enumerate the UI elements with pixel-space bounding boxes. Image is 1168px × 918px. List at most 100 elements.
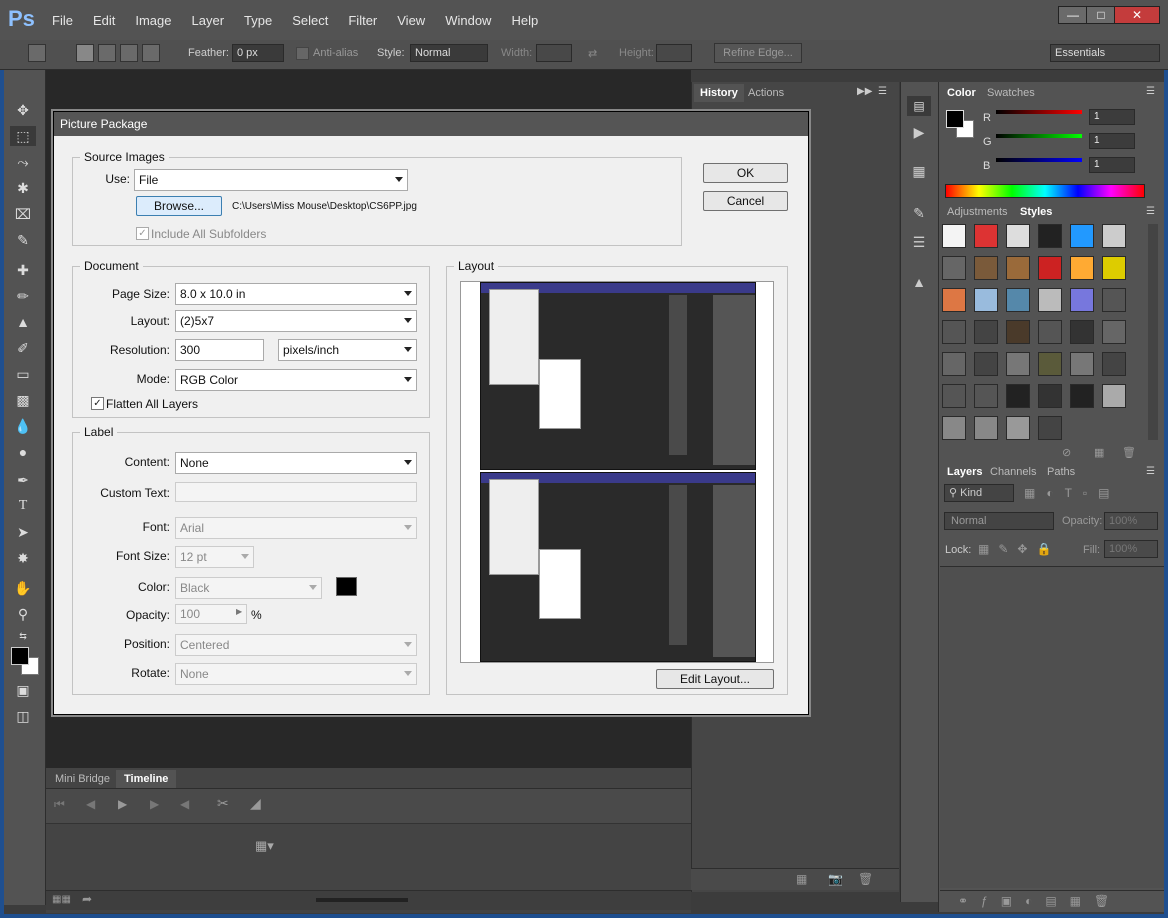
clear-style-icon[interactable]: ⊘	[1062, 446, 1071, 459]
swap-colors-icon[interactable]: ⇆	[10, 626, 36, 646]
properties-panel-icon[interactable]: ▦	[907, 163, 931, 183]
style-swatch[interactable]	[974, 384, 998, 408]
tab-channels[interactable]: Channels	[984, 463, 1042, 481]
styles-panel-menu-icon[interactable]: ☰	[1146, 206, 1155, 217]
marquee-tool-preset-icon[interactable]	[28, 44, 46, 62]
zoom-slider[interactable]	[316, 898, 408, 902]
brush-panel-icon[interactable]: ✎	[907, 205, 931, 225]
color-panel-menu-icon[interactable]: ☰	[1146, 86, 1155, 97]
lock-icons[interactable]: ▦✎✥🔒	[978, 542, 1060, 556]
style-swatch[interactable]	[1070, 320, 1094, 344]
r-slider[interactable]	[996, 110, 1082, 114]
color-ramp[interactable]	[945, 184, 1145, 198]
style-swatch[interactable]	[1006, 256, 1030, 280]
rotate-select[interactable]: None	[175, 663, 417, 685]
menu-help[interactable]: Help	[511, 13, 538, 28]
menu-window[interactable]: Window	[445, 13, 491, 28]
style-swatch[interactable]	[1070, 288, 1094, 312]
minimize-icon[interactable]: —	[1058, 6, 1088, 24]
position-select[interactable]: Centered	[175, 634, 417, 656]
healing-brush-tool-icon[interactable]: ✚	[10, 260, 36, 280]
style-swatch[interactable]	[942, 384, 966, 408]
collapse-panel-icon[interactable]: ▶▶	[857, 86, 872, 97]
tab-layers[interactable]: Layers	[941, 463, 989, 481]
cancel-button[interactable]: Cancel	[703, 191, 788, 211]
create-video-timeline-icon[interactable]: ▦▾	[255, 838, 274, 854]
blur-tool-icon[interactable]: 💧	[10, 416, 36, 436]
split-icon[interactable]: ✂	[217, 795, 229, 812]
style-swatch[interactable]	[1006, 288, 1030, 312]
tab-swatches[interactable]: Swatches	[981, 84, 1041, 102]
eraser-tool-icon[interactable]: ▭	[10, 364, 36, 384]
style-swatch[interactable]	[1006, 384, 1030, 408]
new-document-from-state-icon[interactable]: ▦	[796, 872, 807, 886]
height-input[interactable]	[656, 44, 692, 62]
layers-panel-menu-icon[interactable]: ☰	[1146, 466, 1155, 477]
opacity-input[interactable]: 100%	[1104, 512, 1158, 530]
styles-scrollbar[interactable]	[1148, 224, 1158, 440]
tab-history[interactable]: History	[694, 84, 744, 102]
crop-tool-icon[interactable]: ⌧	[10, 204, 36, 224]
style-swatch[interactable]	[974, 352, 998, 376]
previous-frame-icon[interactable]: ◀	[86, 797, 95, 811]
style-swatch[interactable]	[1038, 224, 1062, 248]
convert-icon[interactable]: ➦	[82, 892, 92, 906]
clone-source-icon[interactable]: ▲	[907, 274, 931, 294]
magic-wand-tool-icon[interactable]: ✱	[10, 178, 36, 198]
eyedropper-tool-icon[interactable]: ✎	[10, 230, 36, 250]
style-swatch[interactable]	[1102, 224, 1126, 248]
g-slider[interactable]	[996, 134, 1082, 138]
menu-view[interactable]: View	[397, 13, 425, 28]
style-swatch[interactable]	[974, 288, 998, 312]
b-slider[interactable]	[996, 158, 1082, 162]
b-value[interactable]: 1	[1089, 157, 1135, 173]
tab-mini-bridge[interactable]: Mini Bridge	[47, 770, 119, 788]
style-swatch[interactable]	[1038, 384, 1062, 408]
first-frame-icon[interactable]: ⏮	[54, 797, 65, 812]
style-swatch[interactable]	[1102, 288, 1126, 312]
add-selection-icon[interactable]	[98, 44, 116, 62]
style-swatch[interactable]	[1070, 352, 1094, 376]
antialias-checkbox[interactable]	[296, 47, 309, 60]
hand-tool-icon[interactable]: ✋	[10, 578, 36, 598]
actions-panel-icon[interactable]: ▶	[907, 124, 931, 144]
layers-footer-icons[interactable]: ⚭ƒ▣◐▤▦🗑	[940, 890, 1164, 910]
resolution-input[interactable]: 300	[175, 339, 264, 361]
panel-menu-icon[interactable]: ☰	[878, 86, 887, 97]
style-swatch[interactable]	[942, 352, 966, 376]
style-swatch[interactable]	[1070, 224, 1094, 248]
mode-select[interactable]: RGB Color	[175, 369, 417, 391]
lasso-tool-icon[interactable]: ⤳	[10, 152, 36, 172]
history-brush-tool-icon[interactable]: ✐	[10, 338, 36, 358]
next-frame-icon[interactable]: ▶	[150, 797, 159, 811]
style-swatch[interactable]	[974, 256, 998, 280]
swap-icon[interactable]: ⇄	[588, 47, 597, 60]
style-swatch[interactable]	[1038, 320, 1062, 344]
menu-image[interactable]: Image	[135, 13, 171, 28]
delete-state-icon[interactable]: 🗑	[858, 872, 873, 886]
font-select[interactable]: Arial	[175, 517, 417, 539]
ok-button[interactable]: OK	[703, 163, 788, 183]
frames-icon[interactable]: ▦▦	[52, 894, 71, 905]
pen-tool-icon[interactable]: ✒	[10, 470, 36, 490]
style-swatch[interactable]	[974, 320, 998, 344]
subtract-selection-icon[interactable]	[120, 44, 138, 62]
path-selection-tool-icon[interactable]: ➤	[10, 522, 36, 542]
style-swatch[interactable]	[974, 416, 998, 440]
edit-layout-button[interactable]: Edit Layout...	[656, 669, 774, 689]
audio-icon[interactable]: ◀	[180, 797, 189, 811]
new-style-icon[interactable]: ▦	[1094, 446, 1104, 459]
gradient-tool-icon[interactable]: ▩	[10, 390, 36, 410]
tab-styles[interactable]: Styles	[1014, 203, 1059, 221]
menu-edit[interactable]: Edit	[93, 13, 115, 28]
feather-input[interactable]: 0 px	[232, 44, 284, 62]
clone-stamp-tool-icon[interactable]: ▲	[10, 312, 36, 332]
style-swatch[interactable]	[942, 288, 966, 312]
brush-presets-icon[interactable]: ☰	[907, 234, 931, 254]
style-swatch[interactable]	[942, 320, 966, 344]
tab-paths[interactable]: Paths	[1041, 463, 1081, 481]
tab-color[interactable]: Color	[941, 84, 982, 102]
style-swatch[interactable]	[1070, 256, 1094, 280]
flatten-layers-checkbox[interactable]: ✓	[91, 397, 104, 410]
marquee-tool-icon[interactable]: ⬚	[10, 126, 36, 146]
